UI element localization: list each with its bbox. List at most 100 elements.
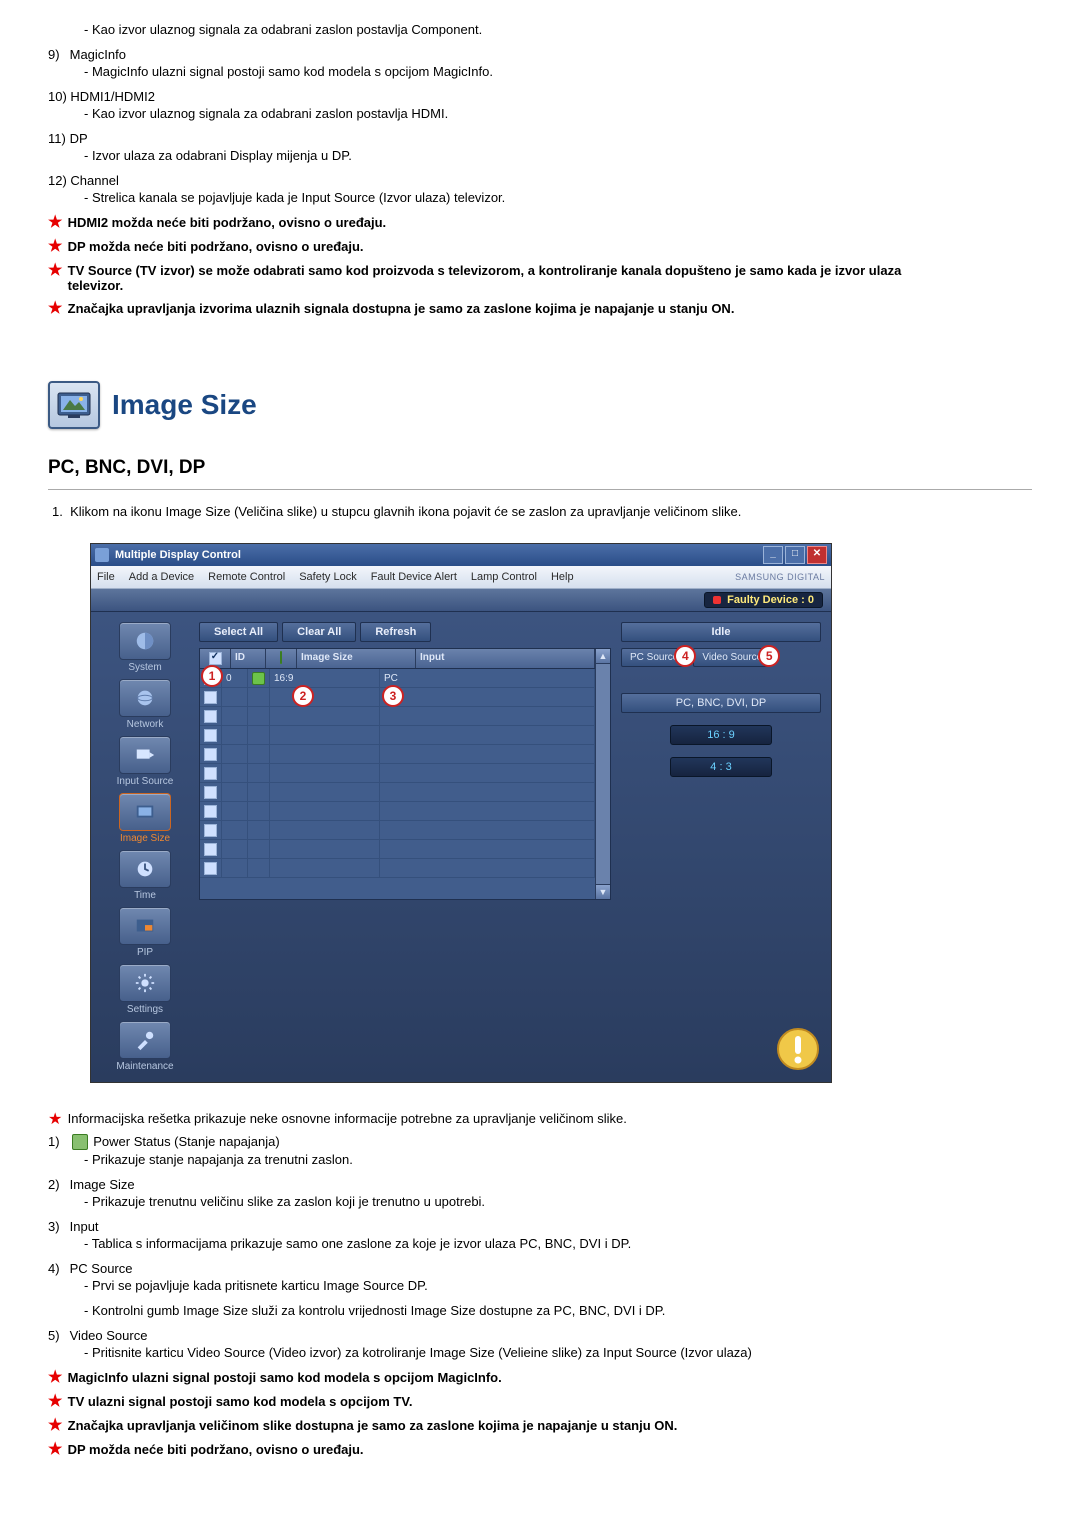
- select-all-button[interactable]: Select All: [199, 622, 278, 642]
- menu-help[interactable]: Help: [551, 571, 574, 583]
- minimize-button[interactable]: _: [763, 546, 783, 564]
- post-item: 1) Power Status (Stanje napajanja): [48, 1134, 1050, 1151]
- post-item-label: Input: [70, 1219, 99, 1234]
- right-pane: Idle PC Source 4 Video Source 5 PC, BNC,…: [621, 622, 821, 1072]
- settings-icon: [119, 964, 171, 1002]
- post-item-label: PC Source: [70, 1261, 133, 1276]
- intro-item-desc: - Izvor ulaza za odabrani Display mijenj…: [84, 148, 1050, 163]
- post-note: ★ Informacijska rešetka prikazuje neke o…: [48, 1111, 1050, 1128]
- app-icon: [95, 548, 109, 562]
- image-size-section-icon: [48, 381, 100, 429]
- grid-header-input[interactable]: Input: [416, 649, 595, 668]
- idle-status: Idle: [621, 622, 821, 642]
- post-item-desc: - Tablica s informacijama prikazuje samo…: [84, 1236, 1050, 1251]
- sidebar-item-label: Settings: [127, 1004, 163, 1015]
- note-item: ★ Značajka upravljanja veličinom slike d…: [48, 1418, 1050, 1434]
- grid-header-image-size[interactable]: Image Size: [297, 649, 416, 668]
- menu-add-device[interactable]: Add a Device: [129, 571, 194, 583]
- grid-row-empty: [200, 764, 595, 783]
- sidebar-item-pip[interactable]: PIP: [101, 907, 189, 958]
- scroll-up-icon[interactable]: ▲: [596, 649, 610, 664]
- sidebar-item-network[interactable]: Network: [101, 679, 189, 730]
- post-item-label: Video Source: [70, 1328, 148, 1343]
- menu-safety-lock[interactable]: Safety Lock: [299, 571, 356, 583]
- grid-header: ID Image Size Input: [200, 649, 595, 669]
- maximize-button[interactable]: □: [785, 546, 805, 564]
- image-size-4-3-button[interactable]: 4 : 3: [670, 757, 772, 777]
- device-grid: ID Image Size Input 0 1 16:9: [199, 648, 611, 900]
- row-checkbox[interactable]: [204, 824, 217, 837]
- video-source-tab[interactable]: Video Source 5: [693, 648, 771, 667]
- sidebar: System Network Input Source Image Size T…: [101, 622, 189, 1072]
- row-checkbox[interactable]: [204, 691, 217, 704]
- post-item-num: 5): [48, 1328, 66, 1343]
- star-icon: ★: [48, 239, 64, 255]
- sidebar-item-label: Maintenance: [116, 1061, 173, 1072]
- note-text: DP možda neće biti podržano, ovisno o ur…: [68, 1442, 364, 1457]
- time-icon: [119, 850, 171, 888]
- star-icon: ★: [48, 1112, 64, 1128]
- row-checkbox[interactable]: [204, 786, 217, 799]
- intro-item: 12) Channel: [48, 173, 1050, 188]
- row-checkbox[interactable]: [204, 729, 217, 742]
- pc-source-tab[interactable]: PC Source 4: [621, 648, 687, 667]
- row-checkbox[interactable]: [204, 767, 217, 780]
- note-item: ★ TV ulazni signal postoji samo kod mode…: [48, 1394, 1050, 1410]
- menu-lamp-control[interactable]: Lamp Control: [471, 571, 537, 583]
- sidebar-item-maintenance[interactable]: Maintenance: [101, 1021, 189, 1072]
- row-input: PC: [384, 673, 398, 684]
- grid-row-empty: [200, 802, 595, 821]
- row-checkbox[interactable]: [204, 748, 217, 761]
- grid-header-power[interactable]: [266, 649, 297, 668]
- close-button[interactable]: ✕: [807, 546, 827, 564]
- menu-file[interactable]: File: [97, 571, 115, 583]
- image-size-16-9-button[interactable]: 16 : 9: [670, 725, 772, 745]
- post-item-desc: - Prikazuje stanje napajanja za trenutni…: [84, 1152, 1050, 1167]
- grid-row[interactable]: 0 1 16:9 2 PC 3: [200, 669, 595, 688]
- post-item-desc: - Prvi se pojavljuje kada pritisnete kar…: [84, 1278, 1050, 1293]
- grid-scrollbar[interactable]: ▲ ▼: [595, 649, 610, 899]
- intro-item-num: 10): [48, 89, 67, 104]
- menu-fault-device-alert[interactable]: Fault Device Alert: [371, 571, 457, 583]
- alert-dot-icon: [713, 596, 721, 604]
- row-checkbox[interactable]: [204, 672, 217, 685]
- post-item-label: Power Status (Stanje napajanja): [93, 1134, 279, 1149]
- faulty-device-text: Faulty Device : 0: [727, 594, 814, 606]
- intro-item-desc: - Kao izvor ulaznog signala za odabrani …: [84, 22, 1050, 37]
- sidebar-item-label: Input Source: [117, 776, 174, 787]
- power-status-icon: [252, 672, 265, 685]
- note-item: ★ TV Source (TV izvor) se može odabrati …: [48, 263, 1050, 293]
- star-icon: ★: [48, 1442, 64, 1458]
- section-header: Image Size: [48, 381, 1050, 429]
- sidebar-item-time[interactable]: Time: [101, 850, 189, 901]
- row-checkbox[interactable]: [204, 805, 217, 818]
- grid-header-check[interactable]: [200, 649, 231, 668]
- intro-paragraph: 1. Klikom na ikonu Image Size (Veličina …: [52, 504, 1050, 519]
- grid-row-empty: [200, 745, 595, 764]
- sidebar-item-image-size[interactable]: Image Size: [101, 793, 189, 844]
- row-checkbox[interactable]: [204, 862, 217, 875]
- sidebar-item-system[interactable]: System: [101, 622, 189, 673]
- post-item-desc: - Prikazuje trenutnu veličinu slike za z…: [84, 1194, 1050, 1209]
- app-screenshot: Multiple Display Control _ □ ✕ File Add …: [90, 543, 832, 1083]
- sidebar-item-input-source[interactable]: Input Source: [101, 736, 189, 787]
- note-text: Značajka upravljanja veličinom slike dos…: [68, 1418, 678, 1433]
- note-text: DP možda neće biti podržano, ovisno o ur…: [68, 239, 364, 254]
- star-icon: ★: [48, 1370, 64, 1386]
- subsection-title: PC, BNC, DVI, DP: [48, 457, 1050, 479]
- clear-all-button[interactable]: Clear All: [282, 622, 356, 642]
- section-title: Image Size: [112, 389, 257, 421]
- source-group-label: PC, BNC, DVI, DP: [621, 693, 821, 713]
- row-checkbox[interactable]: [204, 843, 217, 856]
- scroll-down-icon[interactable]: ▼: [596, 884, 610, 899]
- refresh-button[interactable]: Refresh: [360, 622, 431, 642]
- note-item: ★ DP možda neće biti podržano, ovisno o …: [48, 239, 1050, 255]
- post-item-label: Image Size: [70, 1177, 135, 1192]
- sidebar-item-settings[interactable]: Settings: [101, 964, 189, 1015]
- row-checkbox[interactable]: [204, 710, 217, 723]
- grid-row-empty: [200, 783, 595, 802]
- menu-remote-control[interactable]: Remote Control: [208, 571, 285, 583]
- faulty-device-badge: Faulty Device : 0: [704, 592, 823, 608]
- grid-header-id[interactable]: ID: [231, 649, 266, 668]
- grid-row-empty: [200, 859, 595, 878]
